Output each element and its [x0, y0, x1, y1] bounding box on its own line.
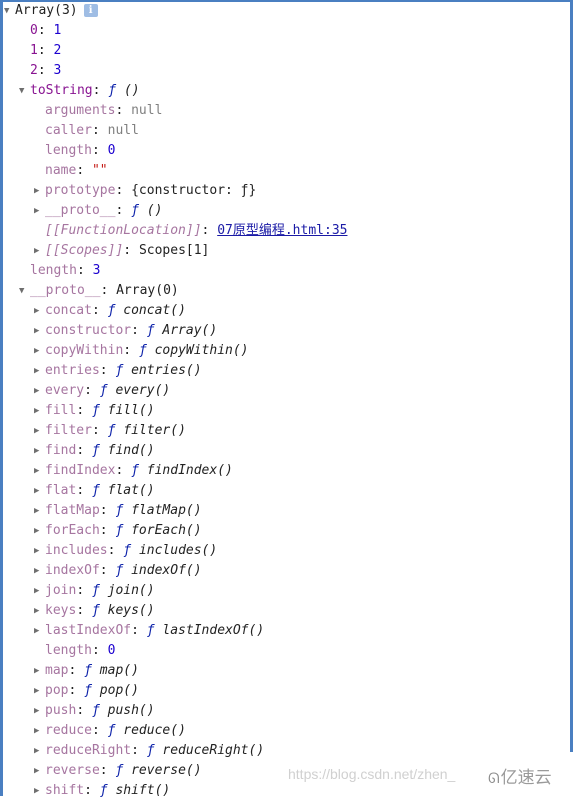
root-label: Array(3) — [15, 3, 78, 18]
proto-method-fill[interactable]: ▶ fill: ƒ fill() — [4, 401, 347, 421]
info-icon[interactable]: i — [83, 4, 98, 17]
prop-arguments: arguments: null — [45, 103, 163, 118]
prop-function-location: [[FunctionLocation]]: 07原型编程.html:35 — [45, 223, 348, 238]
expand-triangle-icon[interactable]: ▶ — [34, 621, 45, 641]
expand-triangle-icon[interactable]: ▶ — [34, 681, 45, 701]
proto-method-pop[interactable]: ▶ pop: ƒ pop() — [4, 681, 347, 701]
prop-array-length: length: 3 — [30, 263, 101, 278]
expand-triangle-icon[interactable]: ▶ — [34, 381, 45, 401]
prop-proto[interactable]: ▶ __proto__: ƒ () — [4, 201, 347, 221]
proto-methods-list: ▶ concat: ƒ concat() ▶ constructor: ƒ Array… — [4, 301, 347, 641]
proto-method-lastIndexOf[interactable]: ▶ lastIndexOf: ƒ lastIndexOf() — [4, 621, 347, 641]
proto-length: length: 0 — [45, 643, 116, 658]
proto-method-reduce[interactable]: ▶ reduce: ƒ reduce() — [4, 721, 347, 741]
expand-triangle-icon[interactable]: ▶ — [34, 781, 45, 801]
proto-method-forEach[interactable]: ▶ forEach: ƒ forEach() — [4, 521, 347, 541]
expand-triangle-icon[interactable]: ▶ — [34, 301, 45, 321]
expand-triangle-icon[interactable]: ▶ — [34, 201, 45, 221]
expand-triangle-icon[interactable]: ▶ — [34, 581, 45, 601]
expand-triangle-icon[interactable]: ▶ — [34, 761, 45, 781]
collapse-triangle-icon[interactable]: ▼ — [19, 81, 30, 101]
expand-triangle-icon[interactable]: ▶ — [34, 181, 45, 201]
proto-method-filter[interactable]: ▶ filter: ƒ filter() — [4, 421, 347, 441]
watermark-text: https://blog.csdn.net/zhen_ — [288, 766, 456, 782]
proto-method-findIndex[interactable]: ▶ findIndex: ƒ findIndex() — [4, 461, 347, 481]
proto-method-flatMap[interactable]: ▶ flatMap: ƒ flatMap() — [4, 501, 347, 521]
array-item: 1: 2 — [30, 43, 62, 58]
collapse-triangle-icon[interactable]: ▼ — [4, 1, 15, 21]
prop-name: name: "" — [45, 163, 108, 178]
proto-method-includes[interactable]: ▶ includes: ƒ includes() — [4, 541, 347, 561]
expand-triangle-icon[interactable]: ▶ — [34, 721, 45, 741]
expand-triangle-icon[interactable]: ▶ — [34, 501, 45, 521]
tree-node-tostring[interactable]: ▼ toString: ƒ () — [4, 81, 347, 101]
proto-method-join[interactable]: ▶ join: ƒ join() — [4, 581, 347, 601]
proto-method-push[interactable]: ▶ push: ƒ push() — [4, 701, 347, 721]
expand-triangle-icon[interactable]: ▶ — [34, 541, 45, 561]
proto-method-map[interactable]: ▶ map: ƒ map() — [4, 661, 347, 681]
expand-triangle-icon[interactable]: ▶ — [34, 241, 45, 261]
prop-length: length: 0 — [45, 143, 116, 158]
prop-scopes[interactable]: ▶ [[Scopes]]: Scopes[1] — [4, 241, 347, 261]
proto-method-shift[interactable]: ▶ shift: ƒ shift() — [4, 781, 347, 801]
proto-method-entries[interactable]: ▶ entries: ƒ entries() — [4, 361, 347, 381]
tree-node-proto[interactable]: ▼ __proto__: Array(0) — [4, 281, 347, 301]
proto-method-indexOf[interactable]: ▶ indexOf: ƒ indexOf() — [4, 561, 347, 581]
proto-method-concat[interactable]: ▶ concat: ƒ concat() — [4, 301, 347, 321]
brand-logo-icon: ᘏ — [488, 770, 500, 786]
proto-method-constructor[interactable]: ▶ constructor: ƒ Array() — [4, 321, 347, 341]
proto-method-every[interactable]: ▶ every: ƒ every() — [4, 381, 347, 401]
expand-triangle-icon[interactable]: ▶ — [34, 441, 45, 461]
proto-method-keys[interactable]: ▶ keys: ƒ keys() — [4, 601, 347, 621]
proto-method-flat[interactable]: ▶ flat: ƒ flat() — [4, 481, 347, 501]
array-item: 2: 3 — [30, 63, 62, 78]
expand-triangle-icon[interactable]: ▶ — [34, 481, 45, 501]
tree-root-array[interactable]: ▼ Array(3) i — [4, 1, 347, 21]
expand-triangle-icon[interactable]: ▶ — [34, 361, 45, 381]
expand-triangle-icon[interactable]: ▶ — [34, 741, 45, 761]
prop-caller: caller: null — [45, 123, 139, 138]
array-item: 0: 1 — [30, 23, 62, 38]
expand-triangle-icon[interactable]: ▶ — [34, 401, 45, 421]
expand-triangle-icon[interactable]: ▶ — [34, 461, 45, 481]
prop-prototype[interactable]: ▶ prototype: {constructor: ƒ} — [4, 181, 347, 201]
expand-triangle-icon[interactable]: ▶ — [34, 601, 45, 621]
expand-triangle-icon[interactable]: ▶ — [34, 561, 45, 581]
expand-triangle-icon[interactable]: ▶ — [34, 421, 45, 441]
proto-method-copyWithin[interactable]: ▶ copyWithin: ƒ copyWithin() — [4, 341, 347, 361]
expand-triangle-icon[interactable]: ▶ — [34, 701, 45, 721]
proto-method-reduceRight[interactable]: ▶ reduceRight: ƒ reduceRight() — [4, 741, 347, 761]
object-tree: ▼ Array(3) i 0: 1 1: 2 2: 3 ▼ toString: ƒ (… — [4, 1, 347, 801]
expand-triangle-icon[interactable]: ▶ — [34, 661, 45, 681]
proto-method-find[interactable]: ▶ find: ƒ find() — [4, 441, 347, 461]
brand-watermark: ᘏ 亿速云 — [488, 763, 552, 788]
collapse-triangle-icon[interactable]: ▼ — [19, 281, 30, 301]
expand-triangle-icon[interactable]: ▶ — [34, 521, 45, 541]
expand-triangle-icon[interactable]: ▶ — [34, 341, 45, 361]
expand-triangle-icon[interactable]: ▶ — [34, 321, 45, 341]
brand-name: 亿速云 — [500, 768, 552, 787]
function-location-link[interactable]: 07原型编程.html:35 — [217, 223, 347, 238]
